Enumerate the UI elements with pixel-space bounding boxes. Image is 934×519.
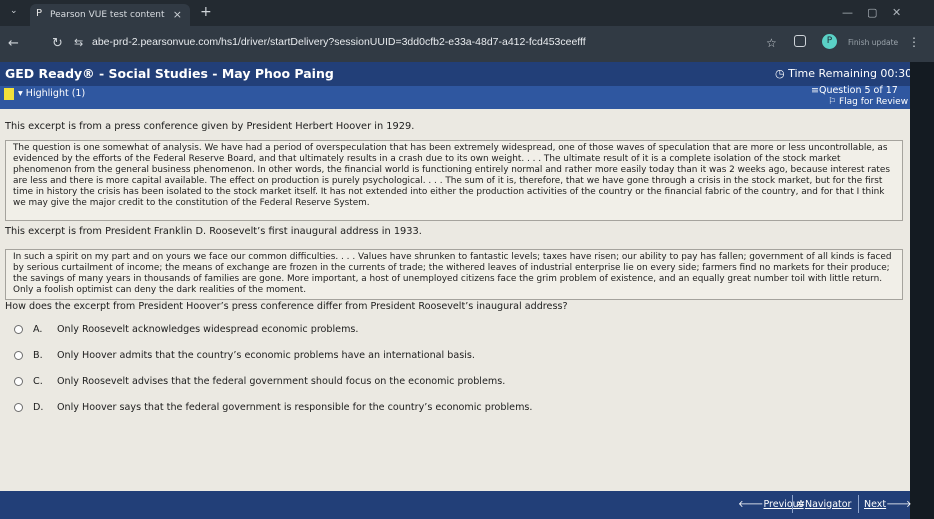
question-counter: ≡Question 5 of 17 (811, 85, 898, 96)
question-stem: How does the excerpt from President Hoov… (5, 301, 568, 312)
highlight-button[interactable]: ▾ Highlight (1) (18, 88, 85, 99)
option-text: Only Roosevelt advises that the federal … (57, 375, 506, 387)
passage-quote-hoover: The question is one somewhat of analysis… (5, 140, 903, 221)
flag-for-review-button[interactable]: ⚐ Flag for Review (828, 97, 908, 107)
reload-icon[interactable]: ↻ (52, 36, 63, 51)
footer-divider (792, 495, 793, 513)
navigator-icon: ✲ (797, 498, 805, 510)
exam-toolbar: ▾ Highlight (1) ≡Question 5 of 17 ⚐ Flag… (0, 85, 910, 109)
address-bar: ← ↻ ⇆ abe-prd-2.pearsonvue.com/hs1/drive… (0, 26, 934, 62)
clock-icon: ◷ (775, 67, 789, 80)
browser-tab-bar: ⌄ P Pearson VUE test content × + — ▢ ✕ (0, 0, 934, 26)
tab-list-icon[interactable]: ⌄ (10, 6, 18, 16)
option-text: Only Hoover says that the federal govern… (57, 401, 533, 413)
option-letter: B. (33, 349, 43, 361)
radio-button[interactable] (14, 350, 23, 360)
browser-menu-icon[interactable]: ⋮ (908, 35, 920, 49)
passage-intro-hoover: This excerpt is from a press conference … (5, 121, 415, 132)
option-text: Only Hoover admits that the country’s ec… (57, 349, 475, 361)
new-tab-button[interactable]: + (200, 4, 212, 20)
maximize-button[interactable]: ▢ (867, 6, 877, 19)
exam-footer: 🡐 Previous ✲ Navigator Next 🡒 (0, 491, 912, 519)
arrow-right-icon: 🡒 (886, 498, 912, 510)
radio-button[interactable] (14, 402, 23, 412)
extensions-icon[interactable] (794, 35, 806, 47)
answer-option-b[interactable]: B. Only Hoover admits that the country’s… (14, 347, 475, 363)
pearson-favicon-icon: P (36, 8, 43, 19)
answer-option-a[interactable]: A. Only Roosevelt acknowledges widesprea… (14, 321, 358, 337)
navigator-button[interactable]: ✲ Navigator (797, 495, 851, 513)
answer-option-c[interactable]: C. Only Roosevelt advises that the feder… (14, 373, 505, 389)
highlight-swatch-icon[interactable] (4, 88, 14, 100)
minimize-button[interactable]: — (842, 6, 853, 19)
site-info-icon[interactable]: ⇆ (74, 36, 83, 49)
radio-button[interactable] (14, 324, 23, 334)
time-remaining: ◷ Time Remaining 00:30:05 (775, 67, 930, 80)
footer-divider (858, 495, 859, 513)
finish-update-button[interactable]: Finish update (848, 38, 898, 47)
option-letter: A. (33, 323, 43, 335)
back-arrow-icon[interactable]: ← (8, 36, 19, 51)
bookmark-star-icon[interactable]: ☆ (766, 36, 777, 50)
right-gutter (910, 62, 934, 519)
radio-button[interactable] (14, 376, 23, 386)
question-content: This excerpt is from a press conference … (0, 109, 910, 491)
previous-button[interactable]: 🡐 Previous (738, 495, 804, 513)
exam-header: GED Ready® - Social Studies - May Phoo P… (0, 62, 930, 86)
option-text: Only Roosevelt acknowledges widespread e… (57, 323, 359, 335)
option-letter: C. (33, 375, 43, 387)
answer-option-d[interactable]: D. Only Hoover says that the federal gov… (14, 399, 532, 415)
browser-tab[interactable]: P Pearson VUE test content × (30, 4, 190, 26)
passage-intro-roosevelt: This excerpt is from President Franklin … (5, 226, 422, 237)
tab-title: Pearson VUE test content (50, 10, 165, 20)
flag-icon: ⚐ (828, 97, 839, 107)
close-window-button[interactable]: ✕ (892, 6, 901, 19)
arrow-left-icon: 🡐 (738, 498, 764, 510)
next-button[interactable]: Next 🡒 (864, 495, 912, 513)
passage-quote-roosevelt: In such a spirit on my part and on yours… (5, 249, 903, 300)
option-letter: D. (33, 401, 44, 413)
profile-avatar[interactable]: P (822, 34, 837, 49)
url-field[interactable]: abe-prd-2.pearsonvue.com/hs1/driver/star… (92, 36, 586, 48)
exam-title: GED Ready® - Social Studies - May Phoo P… (5, 66, 334, 81)
tab-close-icon[interactable]: × (173, 8, 182, 21)
